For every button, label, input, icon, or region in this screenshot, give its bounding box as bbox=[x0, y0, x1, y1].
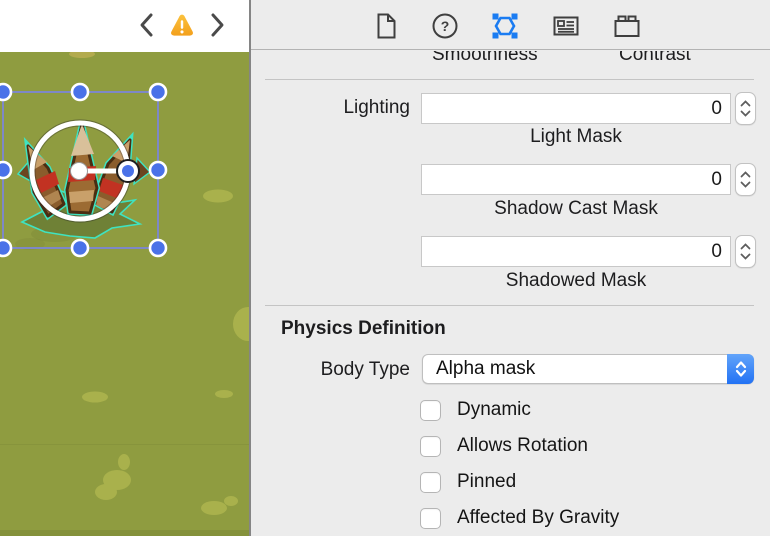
light-mask-stepper[interactable] bbox=[735, 92, 756, 125]
pinned-checkbox[interactable] bbox=[420, 472, 441, 493]
divider bbox=[265, 305, 754, 306]
shadow-cast-mask-field[interactable] bbox=[421, 164, 731, 195]
warning-icon bbox=[169, 11, 195, 39]
divider bbox=[265, 79, 754, 80]
scene-editor-window: ? bbox=[0, 0, 770, 536]
affected-by-gravity-row: Affected By Gravity bbox=[420, 507, 619, 529]
document-icon bbox=[375, 12, 398, 40]
chevron-right-icon bbox=[210, 12, 226, 38]
allows-rotation-label: Allows Rotation bbox=[457, 435, 588, 457]
stepper-down-icon bbox=[740, 253, 751, 260]
tab-quick-help[interactable]: ? bbox=[427, 9, 463, 43]
shadowed-mask-field[interactable] bbox=[421, 236, 731, 267]
pinned-label: Pinned bbox=[457, 471, 516, 493]
body-type-popup[interactable]: Alpha mask bbox=[422, 354, 754, 384]
allows-rotation-checkbox[interactable] bbox=[420, 436, 441, 457]
light-mask-caption: Light Mask bbox=[421, 126, 731, 148]
stepper-up-icon bbox=[740, 171, 751, 178]
dynamic-row: Dynamic bbox=[420, 399, 531, 421]
body-type-label: Body Type bbox=[251, 359, 410, 381]
tab-media-library[interactable] bbox=[609, 9, 645, 43]
issue-navigation bbox=[133, 8, 231, 42]
stepper-down-icon bbox=[740, 110, 751, 117]
physics-definition-title: Physics Definition bbox=[281, 318, 446, 340]
shadow-cast-mask-stepper[interactable] bbox=[735, 163, 756, 196]
dynamic-label: Dynamic bbox=[457, 399, 531, 421]
tab-file-inspector[interactable] bbox=[368, 9, 404, 43]
shadowed-mask-caption: Shadowed Mask bbox=[421, 270, 731, 292]
affected-by-gravity-label: Affected By Gravity bbox=[457, 507, 619, 529]
smoothness-column-label: Smoothness bbox=[432, 51, 538, 66]
contrast-column-label: Contrast bbox=[619, 51, 691, 66]
shadow-cast-mask-caption: Shadow Cast Mask bbox=[421, 198, 731, 220]
allows-rotation-row: Allows Rotation bbox=[420, 435, 588, 457]
tab-node-inspector-selected[interactable] bbox=[487, 9, 523, 43]
warning-button[interactable] bbox=[169, 8, 195, 42]
inspector-scroll-area: Smoothness Contrast Lighting Light Mask … bbox=[251, 51, 770, 536]
pinned-row: Pinned bbox=[420, 471, 516, 493]
id-card-icon bbox=[552, 14, 580, 38]
stepper-down-icon bbox=[740, 181, 751, 188]
stepper-up-icon bbox=[740, 100, 751, 107]
dynamic-checkbox[interactable] bbox=[420, 400, 441, 421]
question-circle-icon: ? bbox=[431, 12, 459, 40]
left-pane bbox=[0, 0, 249, 536]
jump-bar bbox=[0, 0, 249, 52]
popup-chevrons-icon bbox=[727, 354, 754, 384]
inspector-tab-bar: ? bbox=[251, 0, 770, 50]
hexagon-selection-icon bbox=[490, 11, 520, 41]
body-type-value: Alpha mask bbox=[436, 358, 535, 380]
stepper-up-icon bbox=[740, 243, 751, 250]
chevron-left-icon bbox=[138, 12, 154, 38]
affected-by-gravity-checkbox[interactable] bbox=[420, 508, 441, 529]
light-mask-field[interactable] bbox=[421, 93, 731, 124]
inspector-pane: ? bbox=[249, 0, 770, 536]
back-button[interactable] bbox=[133, 8, 159, 42]
scene-graphics bbox=[0, 52, 249, 536]
bin-icon bbox=[612, 13, 642, 39]
svg-text:?: ? bbox=[441, 18, 450, 34]
tab-attributes-inspector[interactable] bbox=[548, 9, 584, 43]
shadowed-mask-stepper[interactable] bbox=[735, 235, 756, 268]
scene-canvas[interactable] bbox=[0, 52, 249, 536]
forward-button[interactable] bbox=[205, 8, 231, 42]
lighting-label: Lighting bbox=[251, 97, 410, 119]
